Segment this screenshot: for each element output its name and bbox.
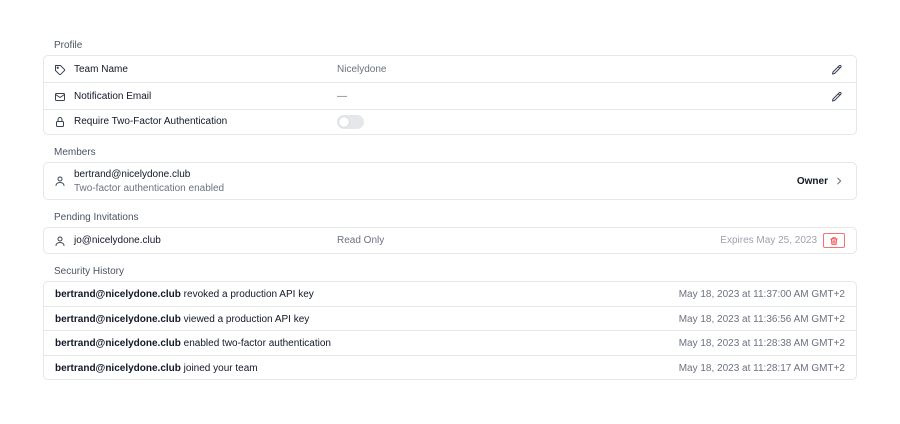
pending-invitations-card: jo@nicelydone.club Read Only Expires May… — [43, 227, 857, 254]
history-actor: bertrand@nicelydone.club — [55, 363, 181, 374]
user-icon — [54, 175, 66, 187]
revoke-invitation-button[interactable] — [823, 233, 845, 248]
pending-invitations-section-title: Pending Invitations — [54, 212, 139, 223]
notification-email-value: — — [337, 91, 347, 102]
member-email: bertrand@nicelydone.club — [74, 169, 191, 180]
member-two-factor-status: Two-factor authentication enabled — [74, 183, 225, 194]
two-factor-row: Require Two-Factor Authentication — [44, 110, 856, 134]
two-factor-label: Require Two-Factor Authentication — [74, 116, 228, 127]
history-action: joined your team — [183, 363, 258, 374]
invitation-expires: Expires May 25, 2023 — [720, 235, 817, 246]
invitation-role: Read Only — [337, 235, 385, 246]
history-actor: bertrand@nicelydone.club — [55, 338, 181, 349]
toggle-knob — [339, 117, 349, 127]
team-name-value: Nicelydone — [337, 64, 387, 75]
history-row: bertrand@nicelydone.club viewed a produc… — [44, 307, 856, 331]
member-role: Owner — [796, 176, 828, 187]
history-entry: bertrand@nicelydone.club enabled two-fac… — [55, 338, 331, 349]
lock-icon — [54, 116, 66, 128]
pencil-icon — [832, 91, 842, 102]
two-factor-toggle[interactable] — [337, 115, 364, 129]
history-action: enabled two-factor authentication — [183, 338, 331, 349]
security-history-section-title: Security History — [54, 266, 125, 277]
history-time: May 18, 2023 at 11:28:17 AM GMT+2 — [678, 363, 845, 374]
history-actor: bertrand@nicelydone.club — [55, 289, 181, 300]
team-name-row: Team Name Nicelydone — [44, 56, 856, 83]
history-row: bertrand@nicelydone.club revoked a produ… — [44, 282, 856, 307]
invitation-email: jo@nicelydone.club — [74, 235, 161, 246]
history-actor: bertrand@nicelydone.club — [55, 314, 181, 325]
history-time: May 18, 2023 at 11:37:00 AM GMT+2 — [678, 289, 845, 300]
edit-notification-email-button[interactable] — [831, 91, 843, 103]
history-action: revoked a production API key — [183, 289, 314, 300]
history-row: bertrand@nicelydone.club joined your tea… — [44, 356, 856, 379]
user-icon — [54, 235, 66, 247]
history-row: bertrand@nicelydone.club enabled two-fac… — [44, 331, 856, 356]
mail-icon — [54, 91, 66, 103]
history-time: May 18, 2023 at 11:28:38 AM GMT+2 — [678, 338, 845, 349]
chevron-right-icon[interactable] — [834, 176, 844, 186]
members-card: bertrand@nicelydone.club Two-factor auth… — [43, 162, 857, 200]
team-name-label: Team Name — [74, 64, 128, 75]
edit-team-name-button[interactable] — [831, 64, 843, 76]
notification-email-label: Notification Email — [74, 91, 152, 102]
security-history-card: bertrand@nicelydone.club revoked a produ… — [43, 281, 857, 380]
history-time: May 18, 2023 at 11:36:56 AM GMT+2 — [678, 314, 845, 325]
tag-icon — [54, 64, 66, 76]
history-entry: bertrand@nicelydone.club viewed a produc… — [55, 314, 309, 325]
notification-email-row: Notification Email — — [44, 83, 856, 110]
profile-section-title: Profile — [54, 40, 83, 51]
history-entry: bertrand@nicelydone.club revoked a produ… — [55, 289, 314, 300]
profile-card: Team Name Nicelydone Notification Email … — [43, 55, 857, 135]
member-row[interactable]: bertrand@nicelydone.club Two-factor auth… — [44, 163, 856, 199]
members-section-title: Members — [54, 147, 96, 158]
invitation-row: jo@nicelydone.club Read Only Expires May… — [44, 228, 856, 253]
pencil-icon — [832, 64, 842, 75]
trash-icon — [830, 236, 838, 245]
history-action: viewed a production API key — [183, 314, 310, 325]
history-entry: bertrand@nicelydone.club joined your tea… — [55, 363, 258, 374]
